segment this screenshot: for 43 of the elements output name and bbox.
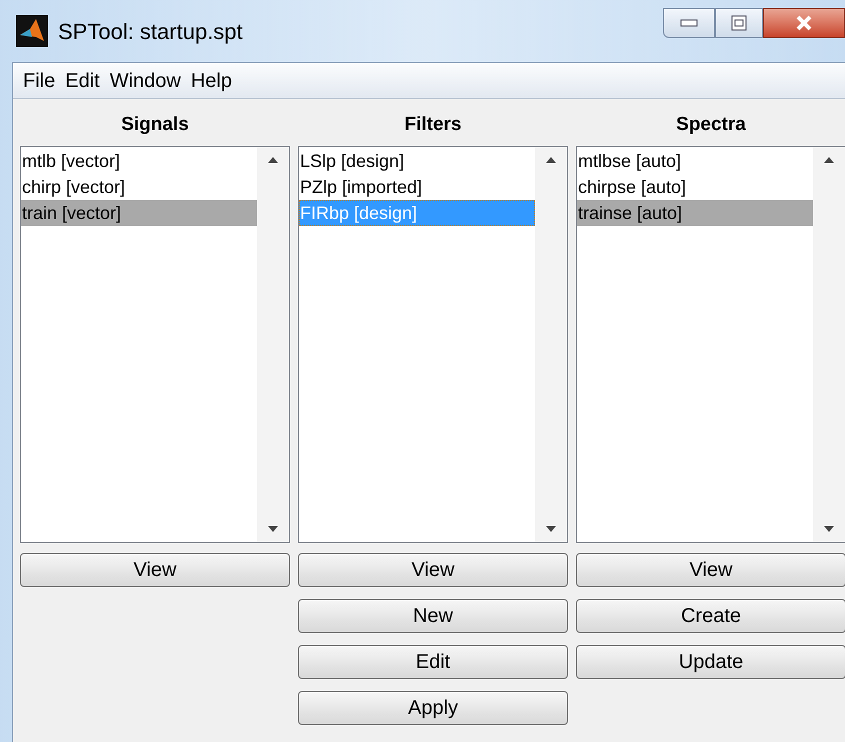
menu-item[interactable]: Edit (63, 66, 102, 96)
scrollbar[interactable] (813, 147, 845, 542)
menu-item[interactable]: Help (188, 66, 234, 96)
action-button[interactable]: Update (576, 645, 845, 679)
minimize-button[interactable] (663, 8, 715, 38)
column-heading: Signals (120, 113, 190, 137)
list-item[interactable]: chirpse [auto] (577, 174, 813, 200)
close-icon (795, 15, 813, 31)
minimize-icon (680, 19, 698, 27)
scroll-up-icon[interactable] (824, 157, 834, 163)
window-title: SPTool: startup.spt (58, 18, 243, 46)
list-item[interactable]: PZlp [imported] (299, 174, 535, 200)
action-button[interactable]: Create (576, 599, 845, 633)
menu-item[interactable]: Window (108, 66, 183, 96)
list-item[interactable]: mtlb [vector] (21, 148, 257, 174)
scrollbar[interactable] (257, 147, 289, 542)
action-button[interactable]: Apply (298, 691, 568, 725)
maximize-button[interactable] (715, 8, 763, 38)
action-button[interactable]: Edit (298, 645, 568, 679)
action-button[interactable]: View (576, 553, 845, 587)
scrollbar[interactable] (535, 147, 567, 542)
menu-item[interactable]: File (21, 66, 58, 96)
action-button[interactable]: View (20, 553, 290, 587)
list-item[interactable]: mtlbse [auto] (577, 148, 813, 174)
list-box[interactable]: mtlb [vector] chirp [vector] train [vector] (20, 146, 290, 543)
list-item[interactable]: chirp [vector] (21, 174, 257, 200)
maximize-icon (731, 15, 747, 31)
list-item[interactable]: trainse [auto] (577, 200, 813, 226)
action-button[interactable]: View (298, 553, 568, 587)
app-logo-icon (16, 15, 48, 47)
column-heading: Spectra (675, 113, 747, 137)
scroll-down-icon[interactable] (546, 526, 556, 532)
list-item[interactable]: LSlp [design] (299, 148, 535, 174)
scroll-down-icon[interactable] (824, 526, 834, 532)
list-box[interactable]: mtlbse [auto] chirpse [auto] trainse [auto] (576, 146, 845, 543)
action-button[interactable]: New (298, 599, 568, 633)
close-button[interactable] (763, 8, 845, 38)
scroll-up-icon[interactable] (268, 157, 278, 163)
list-item[interactable]: train [vector] (21, 200, 257, 226)
scroll-down-icon[interactable] (268, 526, 278, 532)
scroll-up-icon[interactable] (546, 157, 556, 163)
column-heading: Filters (403, 113, 463, 137)
list-box[interactable]: LSlp [design] PZlp [imported] FIRbp [design] (298, 146, 568, 543)
